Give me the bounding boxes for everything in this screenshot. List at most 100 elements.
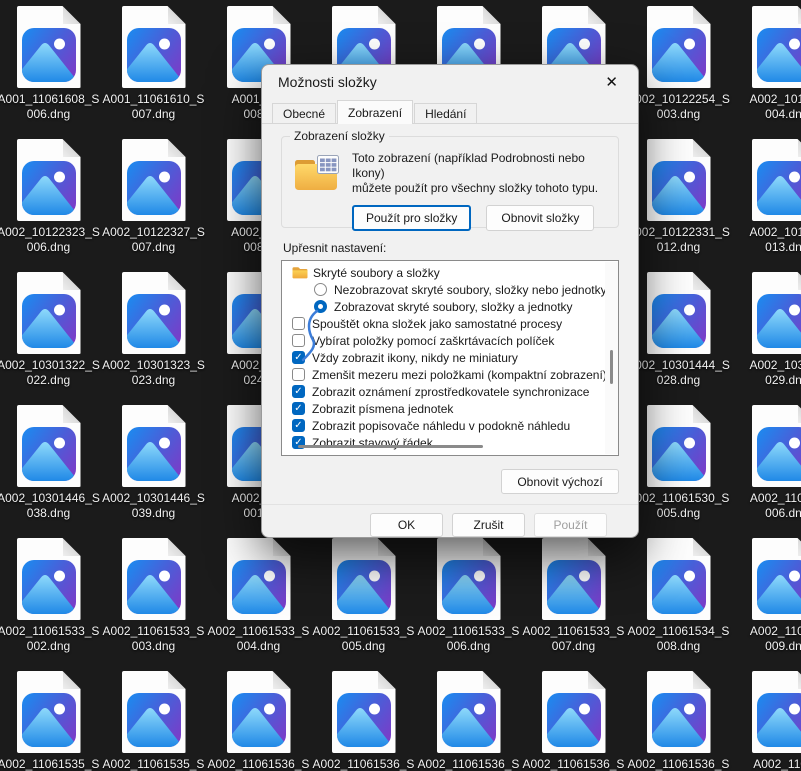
desktop-file[interactable]: A002_10122004.dn xyxy=(731,6,801,122)
advanced-item-checkbox[interactable]: ✓Vždy zobrazit ikony, nikdy ne miniatury xyxy=(288,349,618,366)
photo-icon xyxy=(652,28,706,82)
tab-hledani[interactable]: Hledání xyxy=(414,103,477,123)
desktop-file[interactable]: A002_11061534_S008.dng xyxy=(626,538,731,654)
desktop-file[interactable]: A002_11061533_S004.dng xyxy=(206,538,311,654)
advanced-item-checkbox[interactable]: Vybírat položky pomocí zaškrtávacích pol… xyxy=(288,332,618,349)
advanced-item-checkbox[interactable]: ✓Zobrazit popisovače náhledu v podokně n… xyxy=(288,417,618,434)
page-fold-icon xyxy=(378,6,396,24)
tab-zobrazeni[interactable]: Zobrazení xyxy=(337,100,413,124)
file-name: A002_11061009.dn xyxy=(731,624,801,654)
dialog-titlebar[interactable]: Možnosti složky ✕ xyxy=(262,65,638,99)
desktop-file[interactable]: A002_11061006.dn xyxy=(731,405,801,521)
file-page-icon xyxy=(17,6,81,88)
reset-folders-button[interactable]: Obnovit složky xyxy=(486,205,594,231)
page-fold-icon xyxy=(798,6,801,24)
advanced-item-radio[interactable]: Nezobrazovat skryté soubory, složky nebo… xyxy=(288,281,618,298)
ok-button[interactable]: OK xyxy=(370,513,443,537)
file-page-icon xyxy=(647,538,711,620)
desktop-file[interactable]: A002_10122331_S012.dng xyxy=(626,139,731,255)
page-fold-icon xyxy=(483,538,501,556)
desktop-file[interactable]: A002_11061533_S003.dng xyxy=(101,538,206,654)
checkbox-checked[interactable]: ✓ xyxy=(292,385,305,398)
photo-icon xyxy=(652,294,706,348)
checkbox-unchecked[interactable] xyxy=(292,317,305,330)
horizontal-scrollbar-thumb[interactable] xyxy=(298,445,483,448)
folder-views-description: Toto zobrazení (například Podrobnosti ne… xyxy=(352,151,608,196)
desktop-file[interactable]: A002_1106 xyxy=(731,671,801,771)
desktop-file[interactable]: A002_10122013.dn xyxy=(731,139,801,255)
page-fold-icon xyxy=(588,538,606,556)
desktop-file[interactable]: A002_11061009.dn xyxy=(731,538,801,654)
desktop-file[interactable]: A002_11061535_S xyxy=(101,671,206,771)
radio-checked[interactable] xyxy=(314,300,327,313)
desktop-file[interactable]: A002_11061536_S xyxy=(311,671,416,771)
checkbox-unchecked[interactable] xyxy=(292,368,305,381)
desktop-file[interactable]: A002_11061535_S xyxy=(0,671,101,771)
desktop-file[interactable]: A002_11061536_S xyxy=(626,671,731,771)
desktop-file[interactable]: A001_11061608_S006.dng xyxy=(0,6,101,122)
file-name: A002_11061006.dn xyxy=(731,491,801,521)
advanced-item-checkbox[interactable]: ✓Zobrazit písmena jednotek xyxy=(288,400,618,417)
file-name: A002_11061533_S005.dng xyxy=(311,624,416,654)
page-fold-icon xyxy=(693,405,711,423)
vertical-scrollbar-thumb[interactable] xyxy=(610,350,613,384)
desktop-file[interactable]: A002_10122323_S006.dng xyxy=(0,139,101,255)
file-name: A002_11061536_S xyxy=(416,757,521,771)
page-fold-icon xyxy=(63,272,81,290)
vertical-scrollbar-track[interactable] xyxy=(605,262,618,454)
page-fold-icon xyxy=(168,139,186,157)
desktop-file[interactable]: A002_10301029.dn xyxy=(731,272,801,388)
advanced-item-checkbox[interactable]: ✓Zobrazit stavový řádek xyxy=(288,434,618,451)
checkbox-checked[interactable]: ✓ xyxy=(292,402,305,415)
file-name: A002_11061536_S xyxy=(311,757,416,771)
photo-icon xyxy=(442,560,496,614)
advanced-item-radio[interactable]: Zobrazovat skryté soubory, složky a jedn… xyxy=(288,298,618,315)
advanced-item-checkbox[interactable]: Zmenšit mezeru mezi položkami (kompaktní… xyxy=(288,366,618,383)
desktop-file[interactable]: A002_10122254_S003.dng xyxy=(626,6,731,122)
file-name: A002_11061535_S xyxy=(0,757,101,771)
checkbox-unchecked[interactable] xyxy=(292,334,305,347)
desktop-file[interactable]: A002_10301322_S022.dng xyxy=(0,272,101,388)
desktop-file[interactable]: A002_10301446_S038.dng xyxy=(0,405,101,521)
desktop-file[interactable]: A002_11061536_S xyxy=(416,671,521,771)
desktop-file[interactable]: A001_11061610_S007.dng xyxy=(101,6,206,122)
advanced-item-label: Zobrazovat skryté soubory, složky a jedn… xyxy=(334,300,573,314)
advanced-item-checkbox[interactable]: Spouštět okna složek jako samostatné pro… xyxy=(288,315,618,332)
photo-icon xyxy=(652,427,706,481)
desktop-file[interactable]: A002_11061536_S xyxy=(521,671,626,771)
page-fold-icon xyxy=(483,671,501,689)
photo-icon xyxy=(127,161,181,215)
radio-unchecked[interactable] xyxy=(314,283,327,296)
photo-icon xyxy=(127,560,181,614)
advanced-item-checkbox[interactable]: ✓Zobrazit oznámení zprostředkovatele syn… xyxy=(288,383,618,400)
restore-defaults-button[interactable]: Obnovit výchozí xyxy=(501,469,619,494)
file-name: A002_10301322_S022.dng xyxy=(0,358,101,388)
desktop-file[interactable]: A002_10301323_S023.dng xyxy=(101,272,206,388)
advanced-item-folder[interactable]: Skryté soubory a složky xyxy=(288,264,618,281)
checkbox-checked[interactable]: ✓ xyxy=(292,419,305,432)
desktop-file[interactable]: A002_10301446_S039.dng xyxy=(101,405,206,521)
file-name: A001_11061608_S006.dng xyxy=(0,92,101,122)
file-name: A002_11061536_S xyxy=(206,757,311,771)
desktop-file[interactable]: A002_11061536_S xyxy=(206,671,311,771)
desktop-file[interactable]: A002_11061530_S005.dng xyxy=(626,405,731,521)
desktop-file[interactable]: A002_11061533_S006.dng xyxy=(416,538,521,654)
desktop-file[interactable]: A002_11061533_S002.dng xyxy=(0,538,101,654)
desktop-file[interactable]: A002_11061533_S007.dng xyxy=(521,538,626,654)
page-fold-icon xyxy=(168,405,186,423)
tab-obecne[interactable]: Obecné xyxy=(272,103,336,123)
file-page-icon xyxy=(122,671,186,753)
file-name: A002_10122013.dn xyxy=(731,225,801,255)
desktop-file[interactable]: A002_10122327_S007.dng xyxy=(101,139,206,255)
apply-to-folders-button[interactable]: Použít pro složky xyxy=(352,205,471,231)
apply-button[interactable]: Použít xyxy=(534,513,607,537)
close-icon[interactable]: ✕ xyxy=(599,72,624,92)
folder-options-dialog: Možnosti složky ✕ Obecné Zobrazení Hledá… xyxy=(261,64,639,538)
advanced-settings-list[interactable]: Skryté soubory a složkyNezobrazovat skry… xyxy=(281,260,619,456)
checkbox-checked[interactable]: ✓ xyxy=(292,351,305,364)
desktop-file[interactable]: A002_11061533_S005.dng xyxy=(311,538,416,654)
desktop-file[interactable]: A002_10301444_S028.dng xyxy=(626,272,731,388)
cancel-button[interactable]: Zrušit xyxy=(452,513,525,537)
page-fold-icon xyxy=(378,538,396,556)
page-fold-icon xyxy=(168,671,186,689)
